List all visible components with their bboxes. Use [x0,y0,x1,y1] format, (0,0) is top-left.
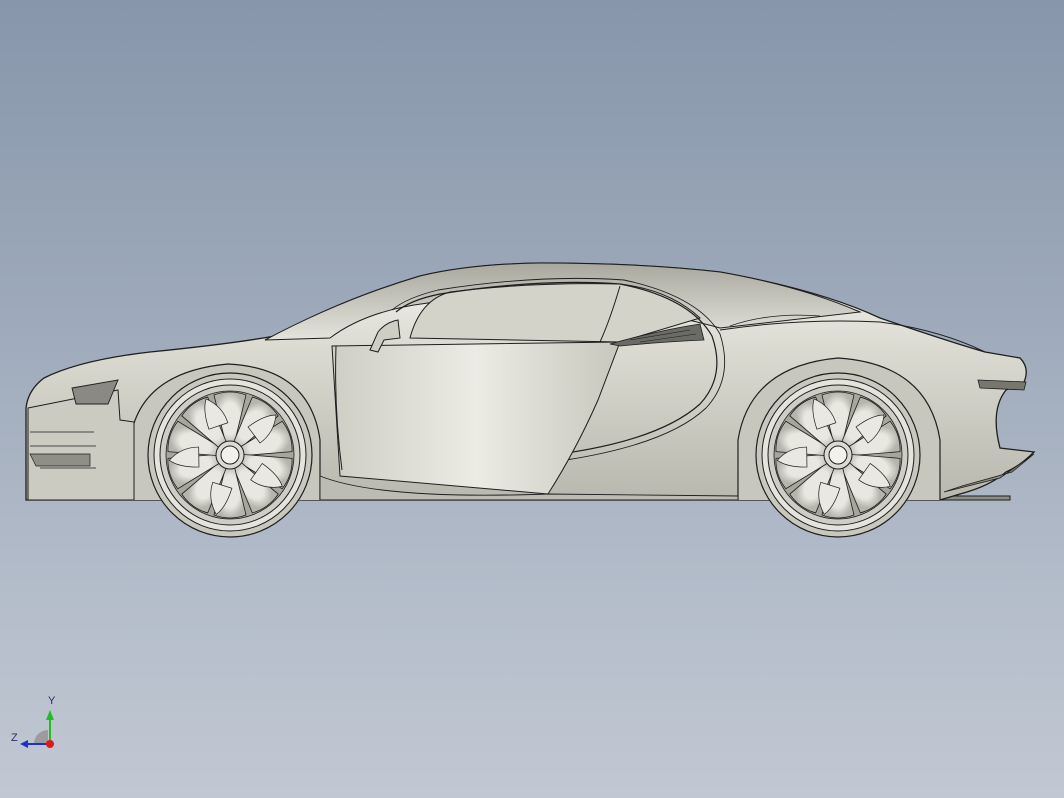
front-bumper [27,389,135,501]
reference-triad: Y Z [8,696,68,756]
front-wheel [147,372,313,538]
triad-graphic [20,710,54,748]
z-axis-label: Z [11,732,18,744]
graphics-viewport[interactable]: Y Z [0,0,1064,798]
rear-wheel [755,372,921,538]
y-axis-label: Y [48,695,56,707]
rear-lights [977,379,1027,391]
car-model[interactable] [0,0,1064,798]
